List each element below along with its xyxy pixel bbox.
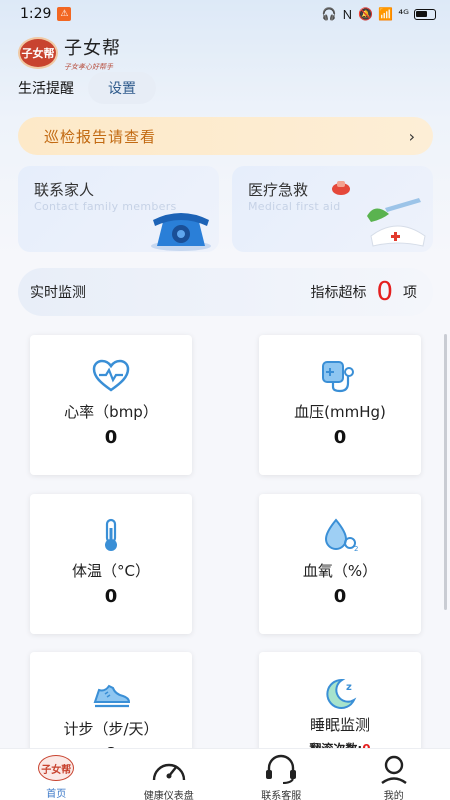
medical-aid-title: 医疗急救 (248, 181, 309, 199)
thermometer-icon (91, 518, 131, 552)
tab-life-reminder[interactable]: 生活提醒 (18, 78, 74, 98)
telephone-icon (151, 213, 211, 251)
nav-customer-service[interactable]: 联系客服 (225, 749, 338, 800)
notification-app-icon: ⚠ (57, 7, 72, 21)
nfc-icon: Ｎ (341, 7, 354, 22)
home-logo-text: 子女帮 (38, 755, 75, 781)
heart-rate-label: 心率（bmp） (64, 403, 158, 421)
nav-mine[interactable]: 我的 (338, 749, 450, 800)
brand: 子女帮 子女孝心好帮手 (64, 34, 121, 72)
headset-status-icon: 🎧 (321, 7, 337, 21)
blood-pressure-label: 血压(mmHg) (294, 403, 386, 421)
nav-customer-service-label: 联系客服 (261, 791, 302, 800)
bottom-nav: 子女帮 首页 健康仪表盘 联系客服 我的 (0, 748, 450, 800)
svg-text:z: z (346, 682, 352, 693)
nav-home-label: 首页 (46, 789, 67, 800)
home-logo-icon: 子女帮 (36, 754, 76, 782)
contact-family-card[interactable]: 联系家人 Contact family members (18, 166, 219, 252)
scrollbar[interactable] (444, 334, 447, 610)
brand-slogan: 子女孝心好帮手 (64, 63, 113, 71)
steps-label: 计步（步/天） (63, 720, 159, 738)
mute-icon: 🔕 (358, 7, 374, 21)
app-header: 子女帮 子女帮 子女孝心好帮手 (18, 34, 121, 72)
medical-aid-subtitle: Medical first aid (248, 200, 341, 213)
top-tabs: 生活提醒 设置 (18, 72, 156, 104)
monitor-title: 实时监测 (30, 285, 86, 301)
medical-aid-card[interactable]: 医疗急救 Medical first aid (232, 166, 433, 252)
blood-pressure-value: 0 (333, 427, 347, 448)
headset-icon (261, 754, 301, 784)
exceed-count: 0 (376, 277, 393, 307)
status-time: 1:29 (20, 6, 52, 22)
user-icon (374, 754, 414, 784)
shoe-icon (91, 676, 131, 710)
moon-icon: z (320, 676, 360, 710)
temperature-card[interactable]: 体温（°C） 0 (30, 494, 192, 634)
blood-pressure-card[interactable]: 血压(mmHg) 0 (259, 335, 421, 475)
sleep-label: 睡眠监测 (309, 716, 370, 734)
svg-text:2: 2 (354, 545, 358, 552)
exceed-label: 指标超标 (310, 285, 367, 301)
tab-settings[interactable]: 设置 (88, 72, 156, 104)
notice-text: 巡检报告请查看 (44, 127, 157, 146)
nav-dashboard-label: 健康仪表盘 (143, 791, 194, 800)
nurse-cap-icon (367, 198, 426, 247)
exceed-unit: 项 (403, 285, 417, 301)
blood-oxygen-card[interactable]: 2 血氧（%） 0 (259, 494, 421, 634)
signal-label: ⁴ᴳ (398, 7, 409, 21)
status-bar: 1:29 ⚠ 🎧 Ｎ 🔕 📶 ⁴ᴳ (0, 0, 450, 28)
heart-rate-value: 0 (104, 427, 118, 448)
battery-icon (414, 8, 436, 20)
temperature-value: 0 (104, 586, 118, 607)
gauge-icon (149, 754, 189, 784)
nav-dashboard[interactable]: 健康仪表盘 (113, 749, 226, 800)
blood-oxygen-icon: 2 (320, 518, 360, 552)
brand-name: 子女帮 (64, 38, 121, 59)
blood-oxygen-value: 0 (333, 586, 347, 607)
inspection-report-banner[interactable]: 巡检报告请查看 › (18, 117, 433, 155)
status-left: 1:29 ⚠ (20, 6, 72, 22)
chevron-right-icon: › (408, 126, 415, 146)
realtime-monitor-bar: 实时监测 指标超标 0 项 (18, 268, 433, 316)
blood-pressure-icon (320, 359, 360, 393)
wifi-icon: 📶 (378, 7, 394, 21)
nav-mine-label: 我的 (383, 791, 404, 800)
exceed-indicator: 指标超标 0 项 (310, 279, 417, 305)
blood-oxygen-label: 血氧（%） (302, 562, 378, 580)
emergency-icon (332, 181, 350, 195)
heart-rate-icon (91, 359, 131, 393)
temperature-label: 体温（°C） (72, 562, 150, 580)
heart-rate-card[interactable]: 心率（bmp） 0 (30, 335, 192, 475)
nav-home[interactable]: 子女帮 首页 (0, 749, 113, 800)
contact-family-title: 联系家人 (34, 181, 95, 199)
app-logo: 子女帮 (18, 37, 58, 69)
status-right: 🎧 Ｎ 🔕 📶 ⁴ᴳ (321, 6, 436, 23)
